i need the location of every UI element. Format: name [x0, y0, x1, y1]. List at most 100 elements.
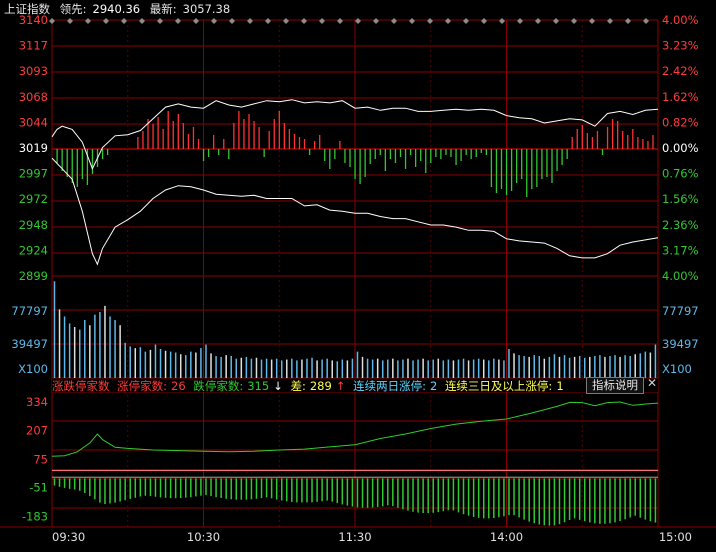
down-limit-bar: [528, 478, 530, 522]
limit-panel-title: 涨跌停家数: [52, 379, 110, 393]
event-marker-icon: [157, 18, 163, 24]
volume-bar: [594, 356, 596, 378]
volume-bar: [260, 359, 263, 378]
volume-bar: [452, 360, 455, 378]
volume-bar: [291, 358, 293, 378]
pct-tick-label: 1.62%: [662, 90, 699, 104]
down-limit-bar: [594, 478, 596, 524]
advance-bar: [611, 119, 614, 149]
decline-bar: [56, 149, 58, 163]
intraday-chart[interactable]: 3140 4.00% 3117 3.23% 3093 2.42% 3068 1.62% 3044…: [0, 0, 716, 548]
down-limit-bar: [417, 478, 419, 513]
volume-bar: [306, 358, 308, 378]
down-limit-bar: [89, 478, 91, 497]
decline-bar: [404, 149, 407, 169]
event-marker-icon: [499, 18, 505, 24]
indicator-explain-button[interactable]: 指标说明: [586, 377, 644, 394]
down-limit-bar: [538, 478, 541, 525]
down-limit-bar: [457, 478, 460, 513]
volume-bar: [639, 353, 642, 378]
volume-bar: [381, 360, 384, 378]
price-tick-label: 2972: [19, 192, 48, 206]
volume-bar: [614, 355, 616, 378]
limit-tick-label: -51: [29, 480, 48, 494]
volume-bar: [119, 325, 121, 378]
advance-bar: [137, 137, 139, 149]
decline-bar: [349, 149, 351, 167]
two-day-label: 连续两日涨停:: [353, 379, 426, 393]
down-limit-label: 跌停家数:: [193, 379, 244, 393]
chart-canvas[interactable]: 3140 4.00%3117 3.23%3093 2.42%3068 1.62%3044…: [0, 0, 716, 548]
down-limit-bar: [619, 478, 621, 522]
decline-bar: [263, 149, 265, 157]
down-limit-bar: [301, 478, 303, 503]
volume-bar: [99, 312, 101, 378]
decline-bar: [480, 149, 482, 153]
advance-bar: [632, 129, 634, 149]
decline-bar: [521, 149, 523, 179]
volume-bar: [331, 360, 333, 378]
limit-tick-label: -183: [22, 510, 48, 524]
latest-value: 3057.38: [182, 2, 231, 16]
down-limit-bar: [104, 478, 106, 505]
decline-bar: [106, 149, 109, 155]
down-limit-bar: [543, 478, 546, 526]
volume-bar: [179, 354, 182, 378]
advance-bar: [238, 111, 240, 149]
close-icon[interactable]: ✕: [646, 376, 658, 391]
volume-bar: [169, 351, 172, 378]
down-limit-bar: [336, 478, 339, 504]
down-limit-bar: [599, 478, 601, 524]
price-tick-label: 2997: [19, 167, 48, 181]
down-limit-bar: [376, 478, 379, 507]
volume-bar: [392, 358, 394, 378]
down-limit-bar: [169, 478, 172, 499]
event-marker-icon: [211, 18, 217, 24]
volume-bar: [356, 351, 359, 378]
decline-bar: [218, 149, 220, 155]
down-limit-bar: [255, 478, 258, 499]
down-limit-bar: [604, 478, 606, 524]
volume-bar: [528, 356, 530, 378]
volume-bar: [58, 309, 61, 378]
volume-bar: [573, 356, 576, 378]
event-marker-icon: [193, 18, 199, 24]
down-arrow-icon: ↓: [273, 379, 283, 393]
event-marker-icon: [535, 18, 541, 24]
volume-bar: [205, 344, 207, 378]
volume-bar: [578, 356, 581, 378]
volume-bar: [488, 360, 490, 378]
down-limit-bar: [644, 478, 647, 520]
volume-bar: [159, 348, 162, 378]
volume-bar: [84, 319, 86, 378]
down-limit-bar: [427, 478, 429, 514]
volume-bar: [351, 358, 354, 378]
volume-bar: [336, 361, 339, 378]
event-marker-icon: [247, 18, 253, 24]
down-limit-bar: [392, 478, 394, 507]
down-limit-bar: [275, 478, 278, 500]
down-limit-bar: [225, 478, 227, 499]
index-name: 上证指数: [4, 2, 50, 16]
pct-tick-label: 2.36%: [662, 218, 699, 232]
volume-bar: [513, 353, 515, 378]
down-limit-bar: [361, 478, 364, 508]
decline-bar: [490, 149, 493, 187]
advance-bar: [303, 139, 306, 149]
volume-bar: [397, 360, 399, 378]
three-day-label: 连续三日及以上涨停:: [444, 379, 553, 393]
advance-bar: [253, 121, 255, 149]
volume-bar: [407, 358, 409, 378]
advance-bar: [319, 135, 321, 149]
volume-tick-label-right: 77797: [662, 304, 699, 318]
down-limit-bar: [190, 478, 192, 498]
decline-bar: [369, 149, 371, 164]
advance-bar: [339, 141, 341, 149]
down-limit-bar: [311, 478, 313, 503]
volume-bar: [538, 356, 541, 378]
down-limit-bar: [462, 478, 465, 515]
up-limit-label: 涨停家数:: [117, 379, 168, 393]
down-limit-bar: [523, 478, 525, 520]
volume-bar: [250, 358, 253, 378]
volume-tick-label-right: 39497: [662, 337, 699, 351]
